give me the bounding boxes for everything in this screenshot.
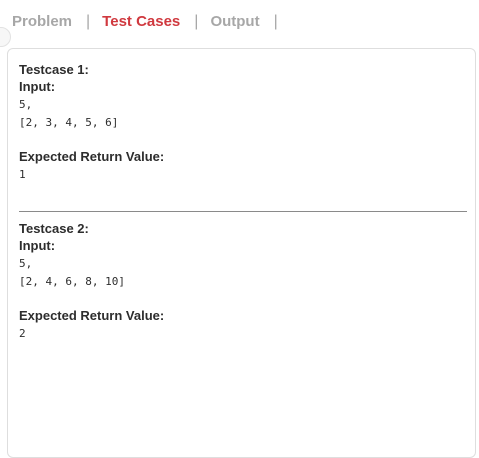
tab-output[interactable]: Output: [210, 12, 259, 32]
test-cases-panel[interactable]: Testcase 1: Input: 5, [2, 3, 4, 5, 6] Ex…: [7, 48, 476, 458]
input-label: Input:: [19, 79, 56, 94]
tab-test-cases[interactable]: Test Cases: [102, 12, 180, 32]
input-line: [2, 3, 4, 5, 6]: [19, 116, 119, 129]
tab-separator: |: [86, 13, 91, 30]
testcase-divider: [19, 211, 467, 212]
expected-return-value: 1: [19, 168, 26, 181]
tab-separator: |: [273, 13, 278, 30]
testcase-2: Testcase 2: Input: 5, [2, 4, 6, 8, 10] E…: [19, 221, 467, 343]
input-line: 5,: [19, 98, 33, 111]
testcase-1: Testcase 1: Input: 5, [2, 3, 4, 5, 6] Ex…: [19, 62, 467, 184]
input-label: Input:: [19, 238, 56, 253]
expected-return-value: 2: [19, 327, 26, 340]
expected-return-label: Expected Return Value:: [19, 308, 165, 323]
input-line: 5,: [19, 257, 33, 270]
testcase-title: Testcase 1:: [19, 62, 89, 77]
input-line: [2, 4, 6, 8, 10]: [19, 275, 125, 288]
tab-separator: |: [194, 13, 199, 30]
tab-bar: Problem | Test Cases | Output |: [12, 12, 290, 32]
expected-return-label: Expected Return Value:: [19, 149, 165, 164]
panel-corner-decoration: [0, 27, 11, 47]
tab-problem[interactable]: Problem: [12, 12, 72, 32]
testcase-title: Testcase 2:: [19, 221, 89, 236]
